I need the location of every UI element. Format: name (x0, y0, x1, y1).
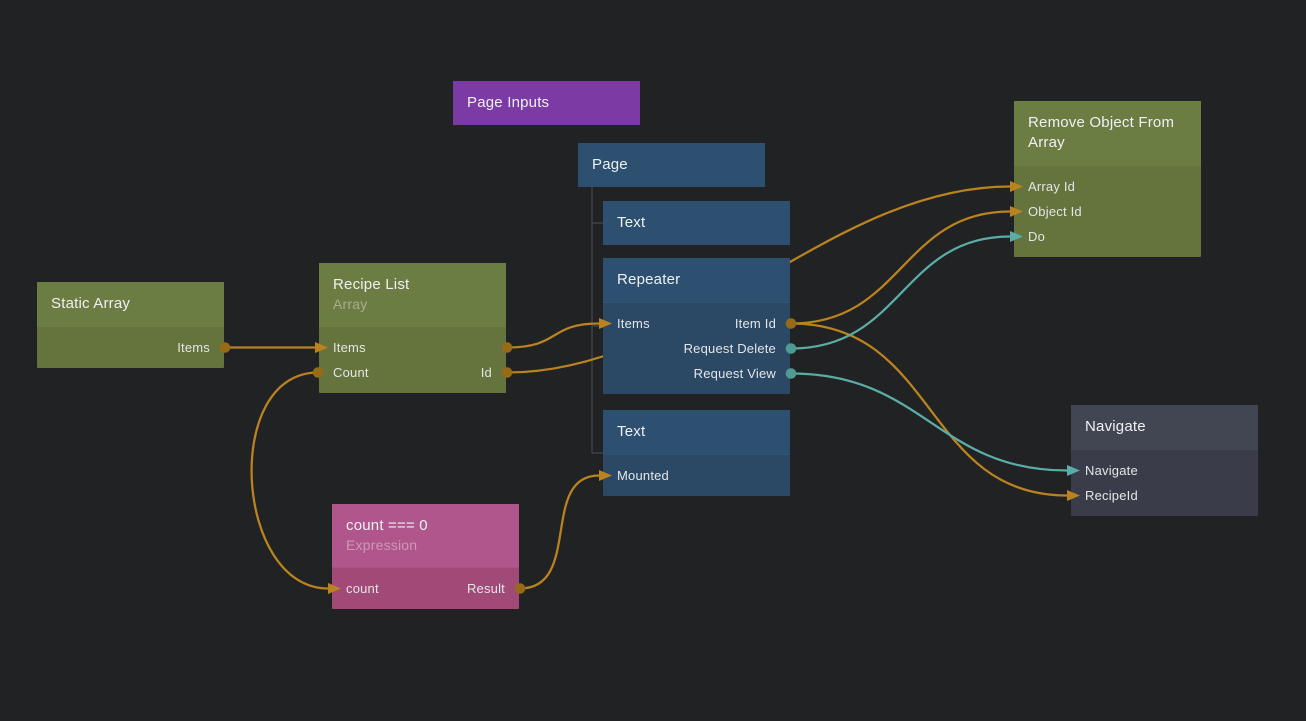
node-header[interactable]: Remove Object From Array (1014, 101, 1201, 165)
port-row: Do (1014, 224, 1201, 249)
port-row: Mounted (603, 463, 790, 488)
node-title: Text (617, 422, 776, 442)
port-static-array-items-out[interactable]: Items (177, 335, 210, 360)
nodes-layer: Page InputsPageTextRepeaterItemsItem IdR… (0, 0, 1306, 721)
node-header[interactable]: Static Array (37, 282, 224, 326)
port-row: Array Id (1014, 174, 1201, 199)
node-title: Page (592, 155, 751, 175)
node-header[interactable]: Text (603, 410, 790, 454)
node-canvas[interactable]: Page InputsPageTextRepeaterItemsItem IdR… (0, 0, 1306, 721)
node-repeater[interactable]: Repeater Items Item IdRequest DeleteReques… (603, 258, 790, 394)
node-subtitle: Expression (346, 536, 505, 555)
port-repeater-items-in[interactable]: Items (617, 311, 650, 336)
node-body: ItemsCount Id (319, 326, 506, 393)
port-recipe-list-count-out[interactable]: Count (333, 360, 369, 385)
node-header[interactable]: Navigate (1071, 405, 1258, 449)
port-repeater-request-delete-out[interactable]: Request Delete (684, 336, 776, 361)
port-row: Navigate (1071, 458, 1258, 483)
node-body: NavigateRecipeId (1071, 449, 1258, 516)
node-header[interactable]: Repeater (603, 258, 790, 302)
port-recipe-list-items-in[interactable]: Items (333, 335, 366, 360)
node-title: Page Inputs (467, 93, 626, 113)
node-body: count Result (332, 567, 519, 609)
node-remove-object[interactable]: Remove Object From Array Array IdObject I… (1014, 101, 1201, 257)
port-remove-object-do-in[interactable]: Do (1028, 224, 1045, 249)
node-title: Repeater (617, 270, 776, 290)
port-repeater-item-id-out[interactable]: Item Id (735, 311, 776, 336)
port-expression-count-in[interactable]: count (346, 576, 379, 601)
node-page[interactable]: Page (578, 143, 765, 187)
node-title: Navigate (1085, 417, 1244, 437)
node-text-1[interactable]: Text (603, 201, 790, 245)
node-navigate[interactable]: NavigateNavigateRecipeId (1071, 405, 1258, 516)
node-header[interactable]: Recipe ListArray (319, 263, 506, 326)
port-row: count Result (332, 576, 519, 601)
node-expression[interactable]: count === 0Expression count Result (332, 504, 519, 609)
port-navigate-recipeid-in[interactable]: RecipeId (1085, 483, 1138, 508)
node-title: Text (617, 213, 776, 233)
port-row: Count Id (319, 360, 506, 385)
node-header[interactable]: Page Inputs (453, 81, 640, 125)
port-row: Request Delete (603, 336, 790, 361)
port-expression-result-out[interactable]: Result (467, 576, 505, 601)
node-recipe-list[interactable]: Recipe ListArray ItemsCount Id (319, 263, 506, 393)
port-row: Request View (603, 361, 790, 386)
port-navigate-navigate-in[interactable]: Navigate (1085, 458, 1138, 483)
node-page-inputs[interactable]: Page Inputs (453, 81, 640, 125)
node-title: Static Array (51, 294, 210, 314)
node-title: count === 0 (346, 516, 505, 536)
node-header[interactable]: count === 0Expression (332, 504, 519, 567)
port-remove-object-array-id-in[interactable]: Array Id (1028, 174, 1075, 199)
node-static-array[interactable]: Static Array Items (37, 282, 224, 368)
port-row: RecipeId (1071, 483, 1258, 508)
port-row: Items (37, 335, 224, 360)
port-remove-object-object-id-in[interactable]: Object Id (1028, 199, 1082, 224)
node-body: Array IdObject IdDo (1014, 165, 1201, 257)
node-title: Remove Object From Array (1028, 113, 1187, 153)
node-header[interactable]: Text (603, 201, 790, 245)
node-header[interactable]: Page (578, 143, 765, 187)
port-row: Object Id (1014, 199, 1201, 224)
node-body: Items (37, 326, 224, 368)
node-body: Items Item IdRequest DeleteRequest View (603, 302, 790, 394)
node-text-2[interactable]: Text Mounted (603, 410, 790, 496)
node-title: Recipe List (333, 275, 492, 295)
node-body: Mounted (603, 454, 790, 496)
port-recipe-list-id-out[interactable]: Id (481, 360, 492, 385)
port-row: Items (319, 335, 506, 360)
port-text-2-mounted-in[interactable]: Mounted (617, 463, 669, 488)
port-row: Items Item Id (603, 311, 790, 336)
port-repeater-request-view-out[interactable]: Request View (694, 361, 776, 386)
node-subtitle: Array (333, 295, 492, 314)
